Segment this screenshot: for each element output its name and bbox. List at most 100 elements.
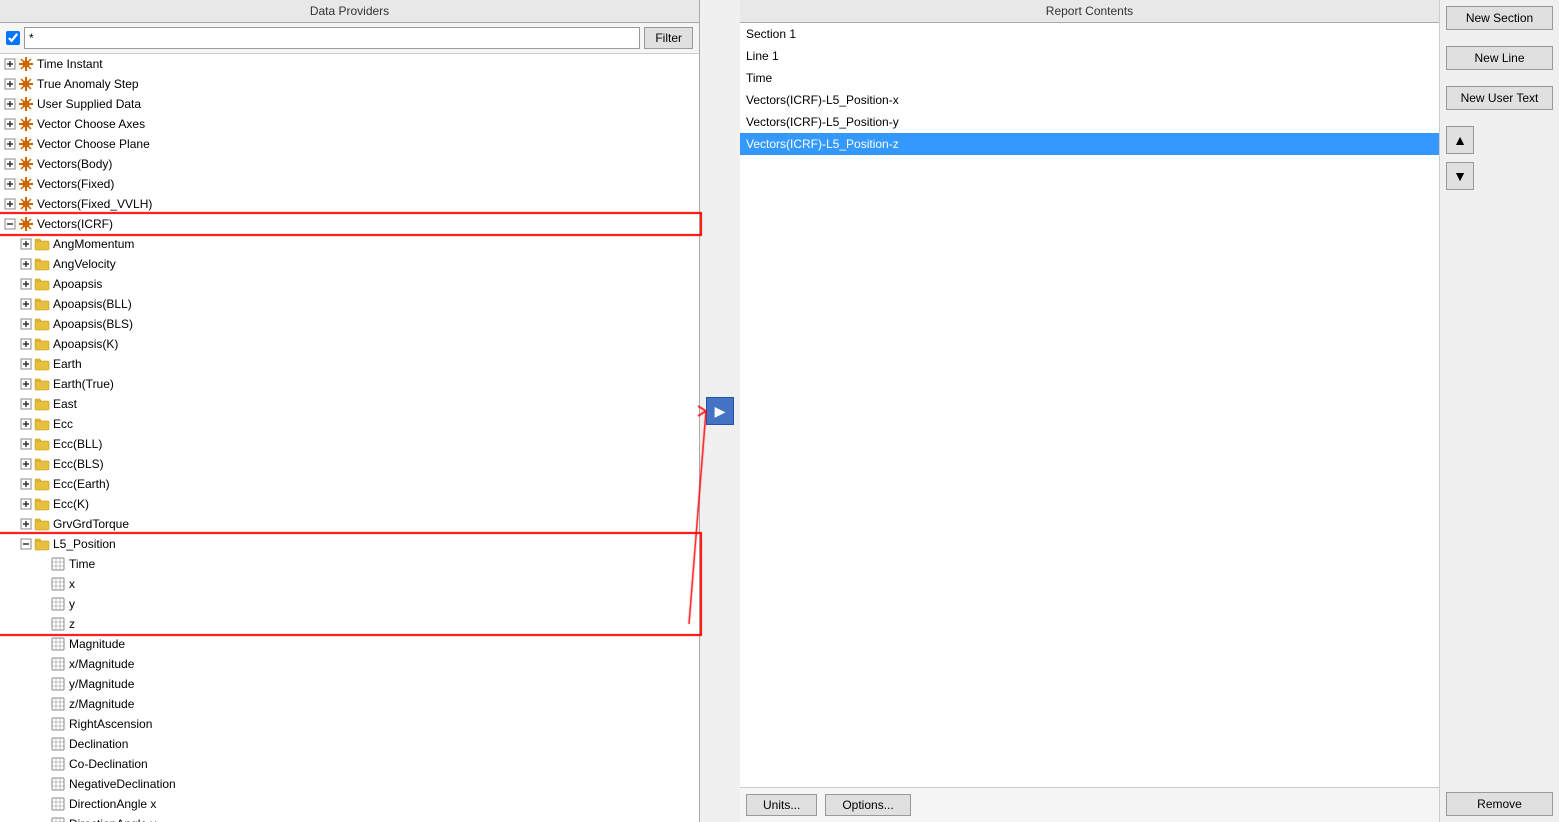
tree-item-vector-choose-plane[interactable]: Vector Choose Plane <box>0 134 699 154</box>
tree-item-apoapsis[interactable]: Apoapsis <box>0 274 699 294</box>
expand-icon-apoapsis-bll <box>20 298 32 310</box>
tree-item-l5-x[interactable]: x <box>0 574 699 594</box>
tree-item-ecc-k[interactable]: Ecc(K) <box>0 494 699 514</box>
tree-label-direction-angle-x: DirectionAngle x <box>69 795 156 813</box>
tree-item-l5-y[interactable]: y <box>0 594 699 614</box>
expand-icon-ecc <box>20 418 32 430</box>
filter-button[interactable]: Filter <box>644 27 693 49</box>
tree-item-apoapsis-k[interactable]: Apoapsis(K) <box>0 334 699 354</box>
tree-item-declination[interactable]: Declination <box>0 734 699 754</box>
tree-item-earth-true[interactable]: Earth(True) <box>0 374 699 394</box>
right-panel-header: Report Contents <box>740 0 1439 23</box>
tree-item-vectors-fixed-vvlh[interactable]: Vectors(Fixed_VVLH) <box>0 194 699 214</box>
expand-icon-angvelocity <box>20 258 32 270</box>
tree-item-vectors-body[interactable]: Vectors(Body) <box>0 154 699 174</box>
tree-item-co-declination[interactable]: Co-Declination <box>0 754 699 774</box>
tree-item-l5-position[interactable]: L5_Position <box>0 534 699 554</box>
tree-icon-user-supplied <box>18 96 34 112</box>
tree-icon-x-magnitude <box>50 656 66 672</box>
tree-icon-magnitude <box>50 636 66 652</box>
tree-label-negative-declination: NegativeDeclination <box>69 775 176 793</box>
report-item-section1[interactable]: Section 1 <box>740 23 1439 45</box>
tree-label-right-ascension: RightAscension <box>69 715 152 733</box>
expand-icon-apoapsis-bls <box>20 318 32 330</box>
tree-label-ecc-k: Ecc(K) <box>53 495 89 513</box>
report-item-time[interactable]: Time <box>740 67 1439 89</box>
tree-item-l5-z[interactable]: z <box>0 614 699 634</box>
tree-item-east[interactable]: East <box>0 394 699 414</box>
tree-label-earth: Earth <box>53 355 82 373</box>
report-item-line1[interactable]: Line 1 <box>740 45 1439 67</box>
tree-item-apoapsis-bll[interactable]: Apoapsis(BLL) <box>0 294 699 314</box>
tree-label-z-magnitude: z/Magnitude <box>69 695 134 713</box>
tree-label-vector-choose-axes: Vector Choose Axes <box>37 115 145 133</box>
tree-item-angmomentum[interactable]: AngMomentum <box>0 234 699 254</box>
move-up-button[interactable]: ▲ <box>1446 126 1474 154</box>
tree-item-time-instant[interactable]: Time Instant <box>0 54 699 74</box>
tree-item-angvelocity[interactable]: AngVelocity <box>0 254 699 274</box>
tree-item-vectors-fixed[interactable]: Vectors(Fixed) <box>0 174 699 194</box>
remove-button[interactable]: Remove <box>1446 792 1553 816</box>
tree-item-y-magnitude[interactable]: y/Magnitude <box>0 674 699 694</box>
tree-item-negative-declination[interactable]: NegativeDeclination <box>0 774 699 794</box>
add-to-report-button[interactable]: ▶ <box>706 397 734 425</box>
tree-item-z-magnitude[interactable]: z/Magnitude <box>0 694 699 714</box>
expand-icon-right-ascension <box>36 718 48 730</box>
tree-item-direction-angle-y[interactable]: DirectionAngle y <box>0 814 699 822</box>
new-line-button[interactable]: New Line <box>1446 46 1553 70</box>
new-section-button[interactable]: New Section <box>1446 6 1553 30</box>
tree-item-ecc-earth[interactable]: Ecc(Earth) <box>0 474 699 494</box>
expand-icon-ecc-bll <box>20 438 32 450</box>
tree-item-ecc-bls[interactable]: Ecc(BLS) <box>0 454 699 474</box>
tree-item-apoapsis-bls[interactable]: Apoapsis(BLS) <box>0 314 699 334</box>
expand-icon-l5-position <box>20 538 32 550</box>
move-down-button[interactable]: ▼ <box>1446 162 1474 190</box>
tree-label-ecc: Ecc <box>53 415 73 433</box>
tree-item-right-ascension[interactable]: RightAscension <box>0 714 699 734</box>
expand-icon-l5-z <box>36 618 48 630</box>
report-item-vectors-l5-z[interactable]: Vectors(ICRF)-L5_Position-z <box>740 133 1439 155</box>
tree-icon-apoapsis-k <box>34 336 50 352</box>
tree-label-vectors-icrf: Vectors(ICRF) <box>37 215 113 233</box>
tree-icon-right-ascension <box>50 716 66 732</box>
tree-item-x-magnitude[interactable]: x/Magnitude <box>0 654 699 674</box>
filter-checkbox[interactable] <box>6 31 20 45</box>
tree-container[interactable]: Time InstantTrue Anomaly StepUser Suppli… <box>0 54 699 822</box>
tree-label-true-anomaly: True Anomaly Step <box>37 75 139 93</box>
expand-icon-l5-x <box>36 578 48 590</box>
tree-icon-vectors-body <box>18 156 34 172</box>
tree-label-earth-true: Earth(True) <box>53 375 114 393</box>
tree-icon-ecc <box>34 416 50 432</box>
options-button[interactable]: Options... <box>825 794 910 816</box>
expand-icon-x-magnitude <box>36 658 48 670</box>
tree-icon-l5-z <box>50 616 66 632</box>
tree-item-vector-choose-axes[interactable]: Vector Choose Axes <box>0 114 699 134</box>
expand-icon-vectors-icrf <box>4 218 16 230</box>
right-arrow-icon: ▶ <box>715 403 726 420</box>
tree-icon-z-magnitude <box>50 696 66 712</box>
report-item-vectors-l5-x[interactable]: Vectors(ICRF)-L5_Position-x <box>740 89 1439 111</box>
tree-item-ecc-bll[interactable]: Ecc(BLL) <box>0 434 699 454</box>
report-item-vectors-l5-y[interactable]: Vectors(ICRF)-L5_Position-y <box>740 111 1439 133</box>
tree-label-ecc-earth: Ecc(Earth) <box>53 475 110 493</box>
tree-label-east: East <box>53 395 77 413</box>
tree-item-grvgrdtorque[interactable]: GrvGrdTorque <box>0 514 699 534</box>
main-container: Data Providers Filter Time InstantTrue A… <box>0 0 1559 822</box>
tree-label-vectors-fixed-vvlh: Vectors(Fixed_VVLH) <box>37 195 152 213</box>
expand-icon-ecc-bls <box>20 458 32 470</box>
tree-item-l5-time[interactable]: Time <box>0 554 699 574</box>
tree-item-vectors-icrf[interactable]: Vectors(ICRF) <box>0 214 699 234</box>
tree-item-direction-angle-x[interactable]: DirectionAngle x <box>0 794 699 814</box>
new-user-text-button[interactable]: New User Text <box>1446 86 1553 110</box>
tree-item-earth[interactable]: Earth <box>0 354 699 374</box>
expand-icon-z-magnitude <box>36 698 48 710</box>
tree-icon-vector-choose-plane <box>18 136 34 152</box>
units-button[interactable]: Units... <box>746 794 817 816</box>
filter-input[interactable] <box>24 27 640 49</box>
tree-label-apoapsis: Apoapsis <box>53 275 102 293</box>
tree-item-true-anomaly[interactable]: True Anomaly Step <box>0 74 699 94</box>
tree-item-ecc[interactable]: Ecc <box>0 414 699 434</box>
tree-item-user-supplied[interactable]: User Supplied Data <box>0 94 699 114</box>
tree-label-apoapsis-bls: Apoapsis(BLS) <box>53 315 133 333</box>
tree-item-magnitude[interactable]: Magnitude <box>0 634 699 654</box>
